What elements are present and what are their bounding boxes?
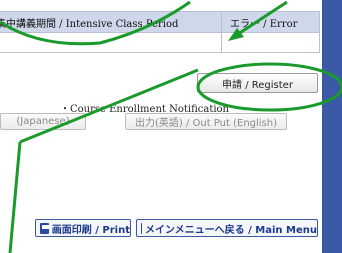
table-header-row: 集中講義期間 / Intensive Class Period エラー / Er… [0, 12, 319, 33]
period-header-cell: 集中講義期間 / Intensive Class Period [0, 12, 222, 32]
main-menu-button-label: メインメニューへ戻る / Main Menu [144, 224, 317, 236]
intensive-period-table: 集中講義期間 / Intensive Class Period エラー / Er… [0, 11, 320, 53]
main-menu-button[interactable]: メインメニューへ戻る / Main Menu [136, 219, 318, 237]
output-english-button[interactable]: 出力(英語) / Out Put (English) [125, 113, 287, 130]
printer-icon [40, 222, 49, 234]
print-button[interactable]: 画面印刷 / Print [35, 219, 131, 237]
output-japanese-button[interactable]: (Japanese) [0, 113, 86, 130]
period-header-label: 集中講義期間 / Intensive Class Period [0, 19, 179, 30]
error-header-label: エラー / Error [230, 19, 298, 30]
register-button[interactable]: 申請 / Register [197, 73, 318, 93]
print-button-label: 画面印刷 / Print [51, 224, 130, 236]
return-icon [141, 220, 149, 234]
main-content: 集中講義期間 / Intensive Class Period エラー / Er… [0, 0, 322, 253]
right-border-band [322, 0, 342, 253]
period-value-cell [0, 33, 222, 52]
error-header-cell: エラー / Error [222, 12, 319, 32]
